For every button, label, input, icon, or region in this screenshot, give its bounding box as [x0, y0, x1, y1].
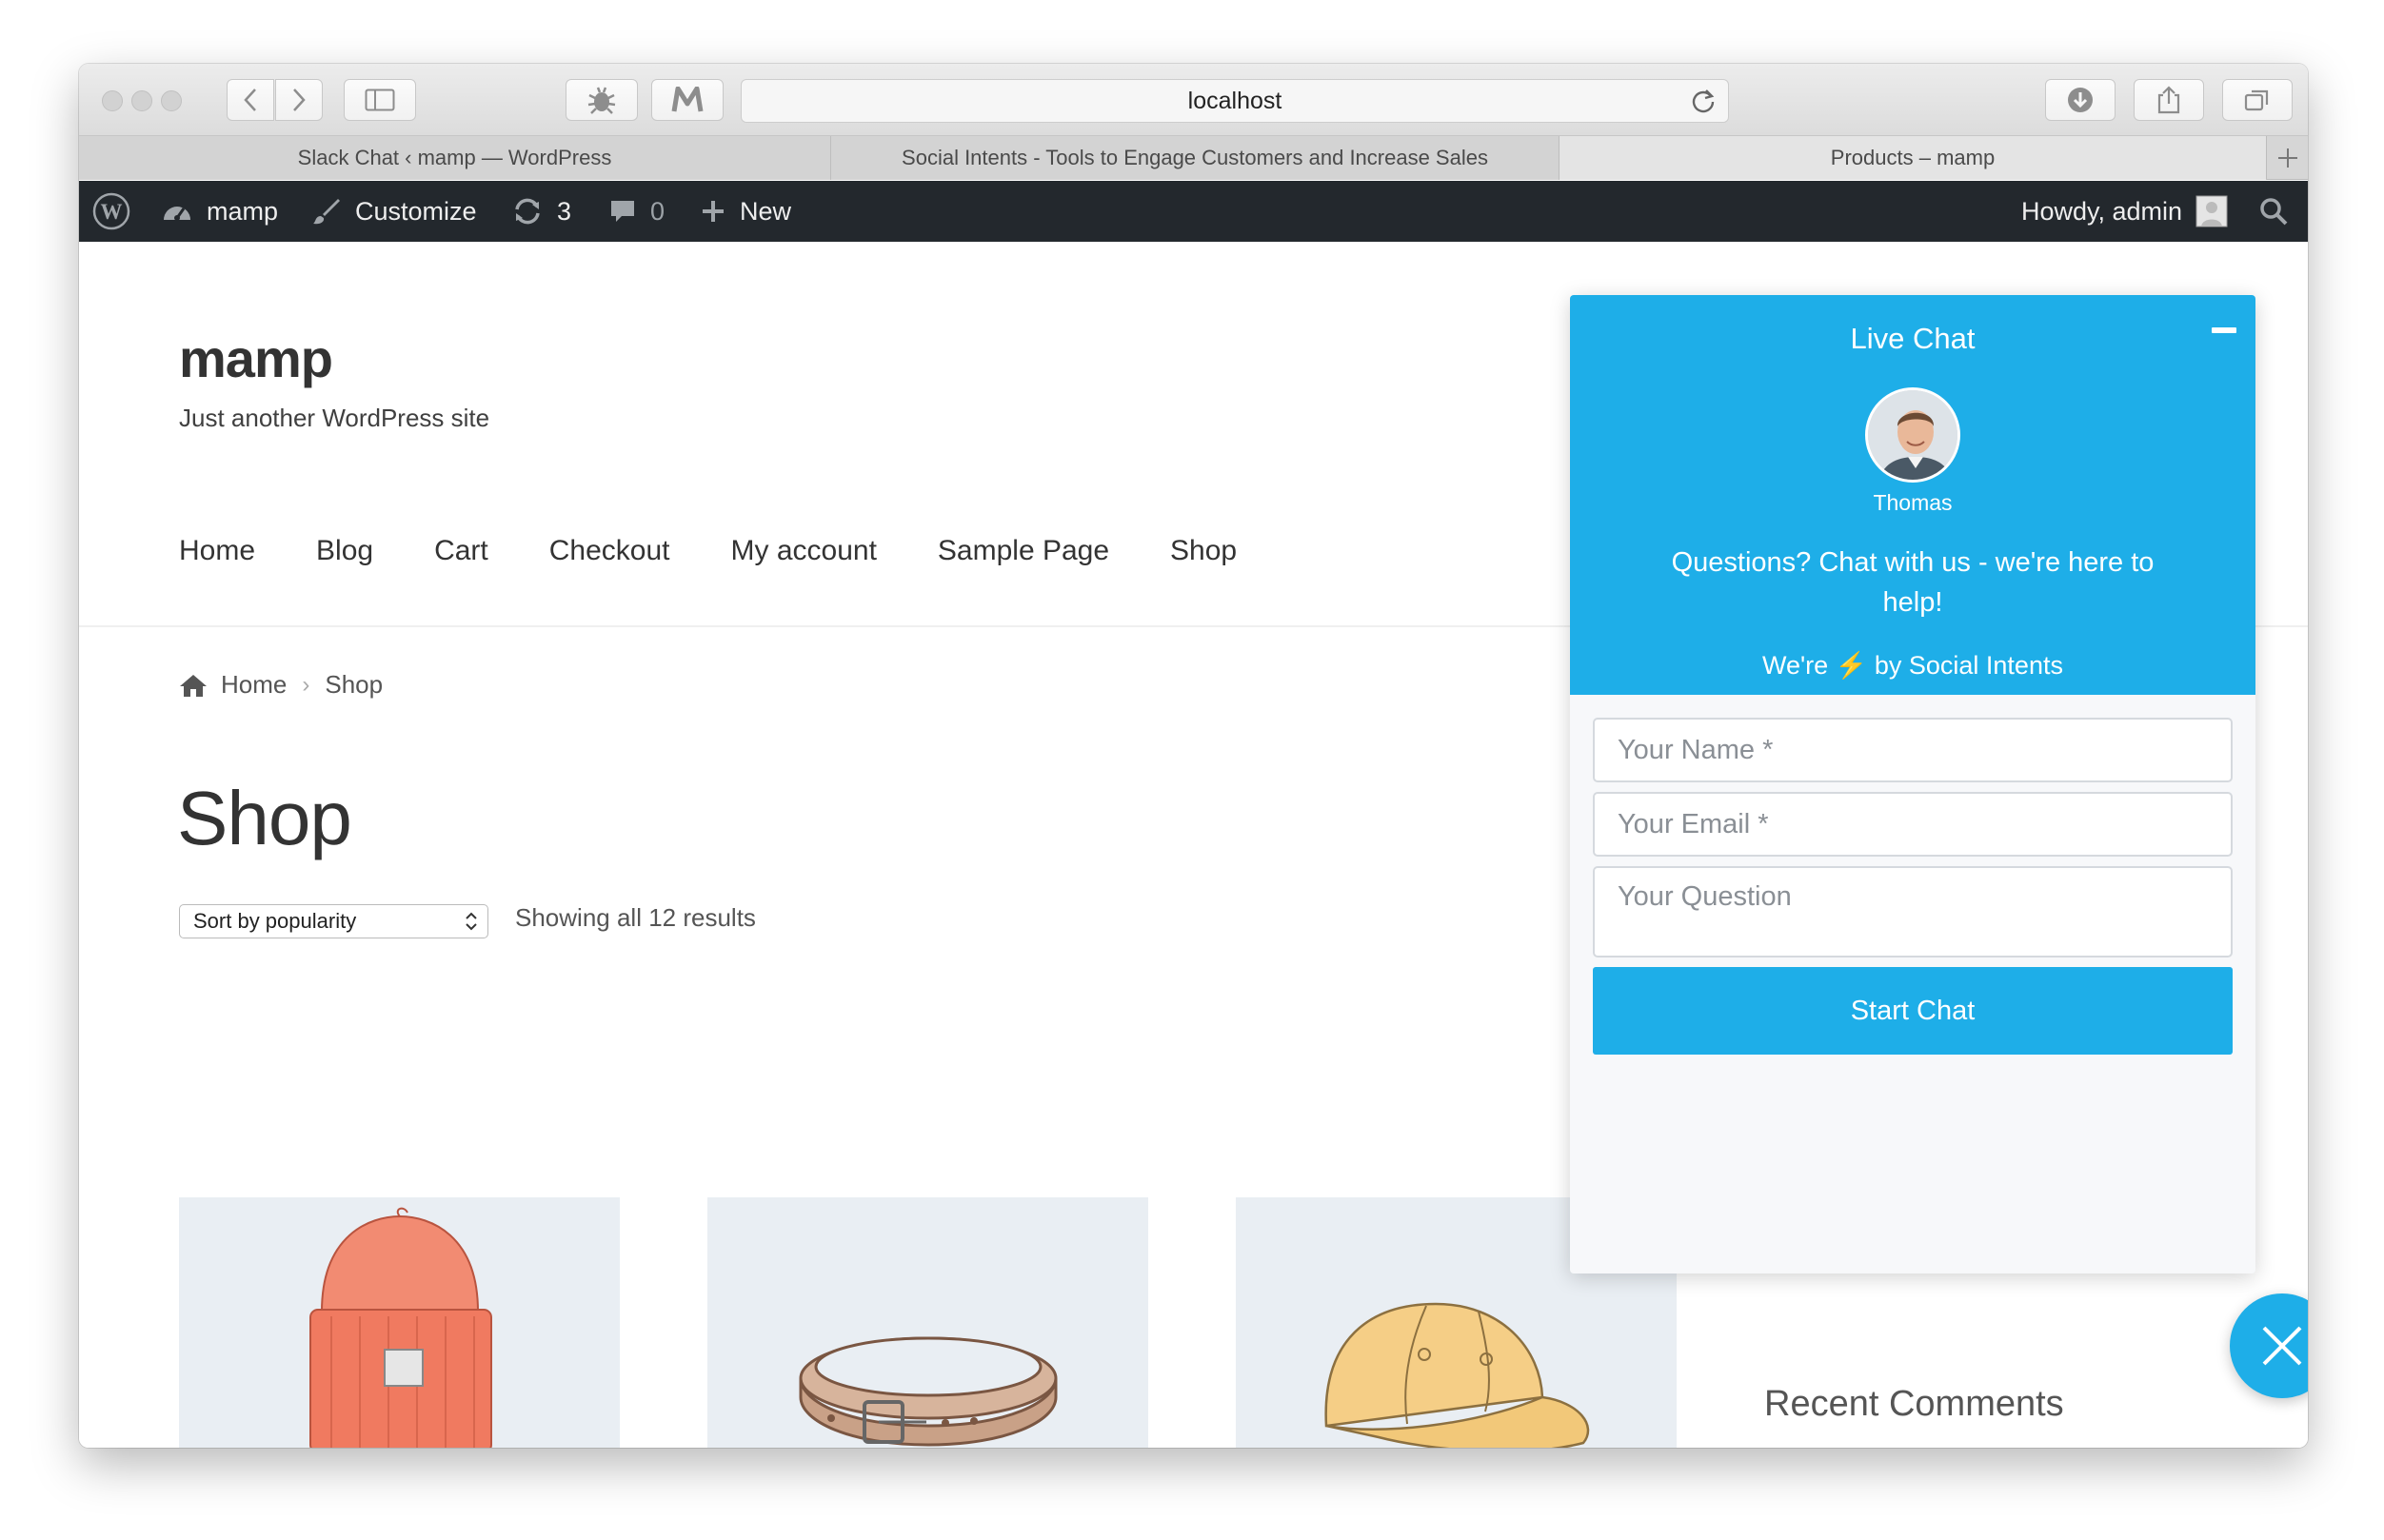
- back-button[interactable]: [227, 79, 274, 121]
- customize-label: Customize: [355, 196, 477, 226]
- plus-icon: [2277, 148, 2297, 168]
- breadcrumb-separator-icon: ›: [302, 671, 310, 698]
- m-logo-icon: [671, 87, 704, 112]
- svg-text:W: W: [101, 200, 123, 224]
- agent-photo-icon: [1868, 390, 1957, 480]
- browser-toolbar: localhost: [79, 64, 2308, 136]
- wordpress-logo-icon: W: [92, 192, 130, 230]
- nav-blog[interactable]: Blog: [316, 535, 373, 567]
- comments-link[interactable]: 0: [608, 181, 665, 242]
- nav-checkout[interactable]: Checkout: [549, 535, 670, 567]
- avatar-icon: [2195, 195, 2228, 227]
- customize-link[interactable]: Customize: [311, 181, 477, 242]
- downloads-button[interactable]: [2045, 79, 2116, 121]
- site-name-menu[interactable]: mamp: [161, 181, 278, 242]
- nav-home[interactable]: Home: [179, 535, 255, 567]
- chevron-left-icon: [244, 89, 256, 111]
- nav-shop[interactable]: Shop: [1170, 535, 1237, 567]
- browser-window: localhost Slack Chat ‹ mamp — WordPress …: [79, 64, 2308, 1448]
- nav-sample-page[interactable]: Sample Page: [938, 535, 1109, 567]
- tabs-overview-icon: [2244, 89, 2269, 111]
- close-icon: [2262, 1326, 2302, 1366]
- extension-m-button[interactable]: [651, 79, 724, 121]
- belt-image: [799, 1336, 1058, 1447]
- start-chat-button[interactable]: Start Chat: [1593, 967, 2233, 1055]
- new-label: New: [740, 196, 792, 226]
- breadcrumb-home[interactable]: Home: [221, 670, 287, 700]
- share-button[interactable]: [2134, 79, 2204, 121]
- comments-count: 0: [650, 196, 666, 226]
- chat-greeting: Questions? Chat with us - we're here to …: [1671, 547, 2155, 618]
- minimize-chat-button[interactable]: [2212, 327, 2236, 333]
- updates-link[interactable]: 3: [511, 181, 571, 242]
- site-description: Just another WordPress site: [179, 404, 490, 432]
- widget-title-recent-comments: Recent Comments: [1764, 1384, 2064, 1424]
- address-bar[interactable]: localhost: [741, 79, 1729, 123]
- bug-icon: [587, 87, 616, 114]
- updates-icon: [515, 198, 540, 225]
- updates-count: 3: [557, 196, 572, 226]
- sort-select[interactable]: Sort by popularity: [179, 904, 488, 938]
- chat-email-field[interactable]: [1593, 792, 2233, 857]
- tab-products[interactable]: Products – mamp: [1560, 136, 2267, 180]
- share-icon: [2157, 86, 2180, 114]
- comment-icon: [611, 201, 634, 222]
- howdy-label: Howdy, admin: [2021, 196, 2183, 226]
- tab-title: Products – mamp: [1830, 146, 1996, 169]
- show-tabs-button[interactable]: [2222, 79, 2293, 121]
- extension-button[interactable]: [566, 79, 638, 121]
- tab-slack-chat[interactable]: Slack Chat ‹ mamp — WordPress: [79, 136, 831, 180]
- my-account-menu[interactable]: Howdy, admin: [2021, 181, 2228, 242]
- beanie-image: [309, 1207, 492, 1448]
- nav-cart[interactable]: Cart: [434, 535, 488, 567]
- page-title: Shop: [177, 776, 352, 860]
- site-title[interactable]: mamp: [179, 327, 333, 389]
- dashboard-icon: [164, 207, 190, 221]
- product-card[interactable]: [707, 1197, 1148, 1448]
- wp-admin-bar: W mamp Customize 3 0 New Howdy, admin: [79, 181, 2308, 242]
- tab-social-intents[interactable]: Social Intents - Tools to Engage Custome…: [831, 136, 1560, 180]
- tab-bar: Slack Chat ‹ mamp — WordPress Social Int…: [79, 136, 2308, 180]
- brush-icon: [313, 199, 340, 225]
- breadcrumb-current: Shop: [325, 670, 384, 699]
- forward-button[interactable]: [275, 79, 323, 121]
- zoom-window-button[interactable]: [161, 90, 182, 111]
- new-content-menu[interactable]: New: [700, 181, 791, 242]
- agent-avatar: [1865, 387, 1960, 483]
- sidebar-toggle-button[interactable]: [344, 79, 416, 121]
- search-icon: [2260, 198, 2288, 226]
- chat-question-field[interactable]: [1593, 866, 2233, 958]
- chat-header: Live Chat Thomas Questions? Chat with us…: [1570, 295, 2255, 695]
- minimize-window-button[interactable]: [131, 90, 152, 111]
- primary-navigation: Home Blog Cart Checkout My account Sampl…: [179, 535, 1298, 567]
- live-chat-widget: Live Chat Thomas Questions? Chat with us…: [1570, 295, 2255, 1273]
- wordpress-menu[interactable]: W: [92, 181, 130, 242]
- close-window-button[interactable]: [102, 90, 123, 111]
- chevron-right-icon: [293, 89, 306, 111]
- tab-title: Social Intents - Tools to Engage Custome…: [902, 146, 1488, 169]
- url-text: localhost: [1187, 87, 1282, 114]
- powered-by-link[interactable]: We're ⚡ by Social Intents: [1570, 650, 2255, 681]
- agent-name: Thomas: [1873, 490, 1953, 515]
- site-name-label: mamp: [207, 196, 279, 226]
- chat-title: Live Chat: [1850, 322, 1976, 355]
- download-icon: [2068, 88, 2093, 112]
- sidebar-icon: [365, 89, 395, 111]
- product-card[interactable]: [179, 1197, 620, 1448]
- result-count: Showing all 12 results: [515, 903, 756, 932]
- powered-prefix: We're: [1762, 651, 1829, 680]
- sort-selected-value: Sort by popularity: [193, 909, 357, 933]
- tab-title: Slack Chat ‹ mamp — WordPress: [297, 146, 612, 169]
- new-tab-button[interactable]: [2267, 136, 2308, 179]
- home-icon: [180, 674, 207, 697]
- select-arrows-icon: [466, 912, 477, 931]
- plus-icon: [703, 201, 724, 222]
- breadcrumb: Home › Shop: [179, 670, 383, 700]
- admin-search-button[interactable]: [2259, 181, 2288, 242]
- powered-suffix: by Social Intents: [1874, 651, 2063, 680]
- chat-name-field[interactable]: [1593, 718, 2233, 782]
- reload-icon[interactable]: [1690, 88, 1717, 114]
- nav-my-account[interactable]: My account: [731, 535, 877, 567]
- lightning-bolt-icon: ⚡: [1835, 651, 1868, 680]
